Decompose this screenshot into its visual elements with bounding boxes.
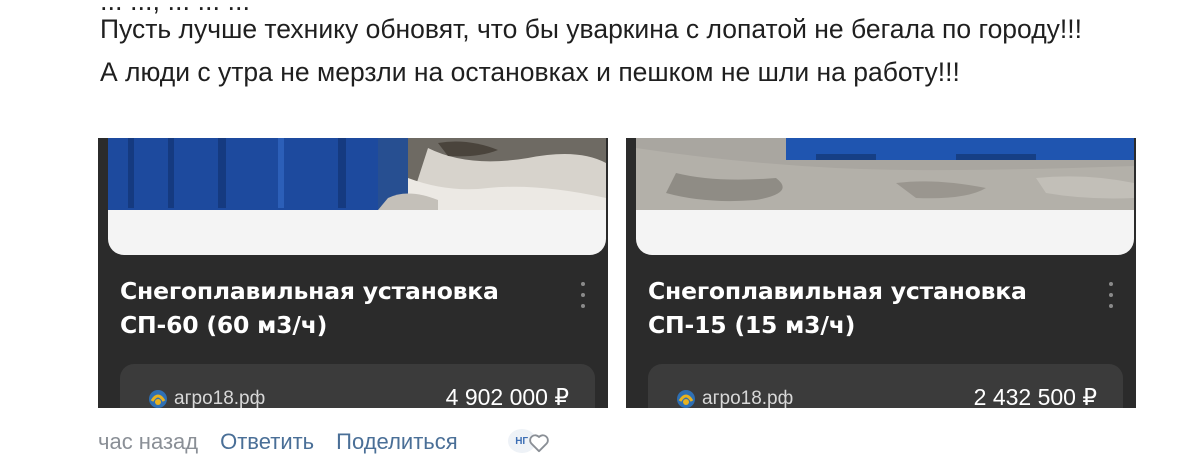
ad-site-label: агро18.рф [702, 388, 794, 408]
ad-title[interactable]: Снегоплавильная установка СП-60 (60 м3/ч… [120, 274, 550, 342]
ad-carousel: Снегоплавильная установка СП-60 (60 м3/ч… [0, 138, 1200, 408]
comment-actions: час назад Ответить Поделиться НГ [98, 426, 556, 458]
ad-card[interactable]: Снегоплавильная установка СП-60 (60 м3/ч… [98, 138, 608, 408]
site-logo-icon [149, 390, 167, 408]
share-button[interactable]: Поделиться [336, 429, 457, 455]
comment-time: час назад [98, 429, 199, 454]
ad-price-row[interactable]: агро18.рф 4 902 000 ₽ [120, 364, 595, 408]
more-vertical-icon[interactable] [578, 282, 588, 308]
ad-card[interactable]: Снегоплавильная установка СП-15 (15 м3/ч… [626, 138, 1136, 408]
ad-photo [108, 138, 606, 210]
ad-site: агро18.рф [676, 388, 793, 408]
ad-photo [636, 138, 1134, 210]
ad-site-label: агро18.рф [174, 388, 266, 408]
more-vertical-icon[interactable] [1106, 282, 1116, 308]
ad-price: 2 432 500 ₽ [973, 384, 1097, 408]
ad-site: агро18.рф [148, 388, 265, 408]
comment-text: Пусть лучше технику обновят, что бы увар… [100, 14, 1083, 87]
ad-title[interactable]: Снегоплавильная установка СП-15 (15 м3/ч… [648, 274, 1078, 342]
ad-photo-frame [108, 138, 606, 255]
ad-price: 4 902 000 ₽ [445, 384, 569, 408]
site-logo-icon [677, 390, 695, 408]
heart-icon[interactable] [528, 433, 550, 453]
ad-price-row[interactable]: агро18.рф 2 432 500 ₽ [648, 364, 1123, 408]
reply-button[interactable]: Ответить [220, 429, 314, 455]
ad-photo-frame [636, 138, 1134, 255]
like-control[interactable]: НГ [507, 425, 556, 459]
